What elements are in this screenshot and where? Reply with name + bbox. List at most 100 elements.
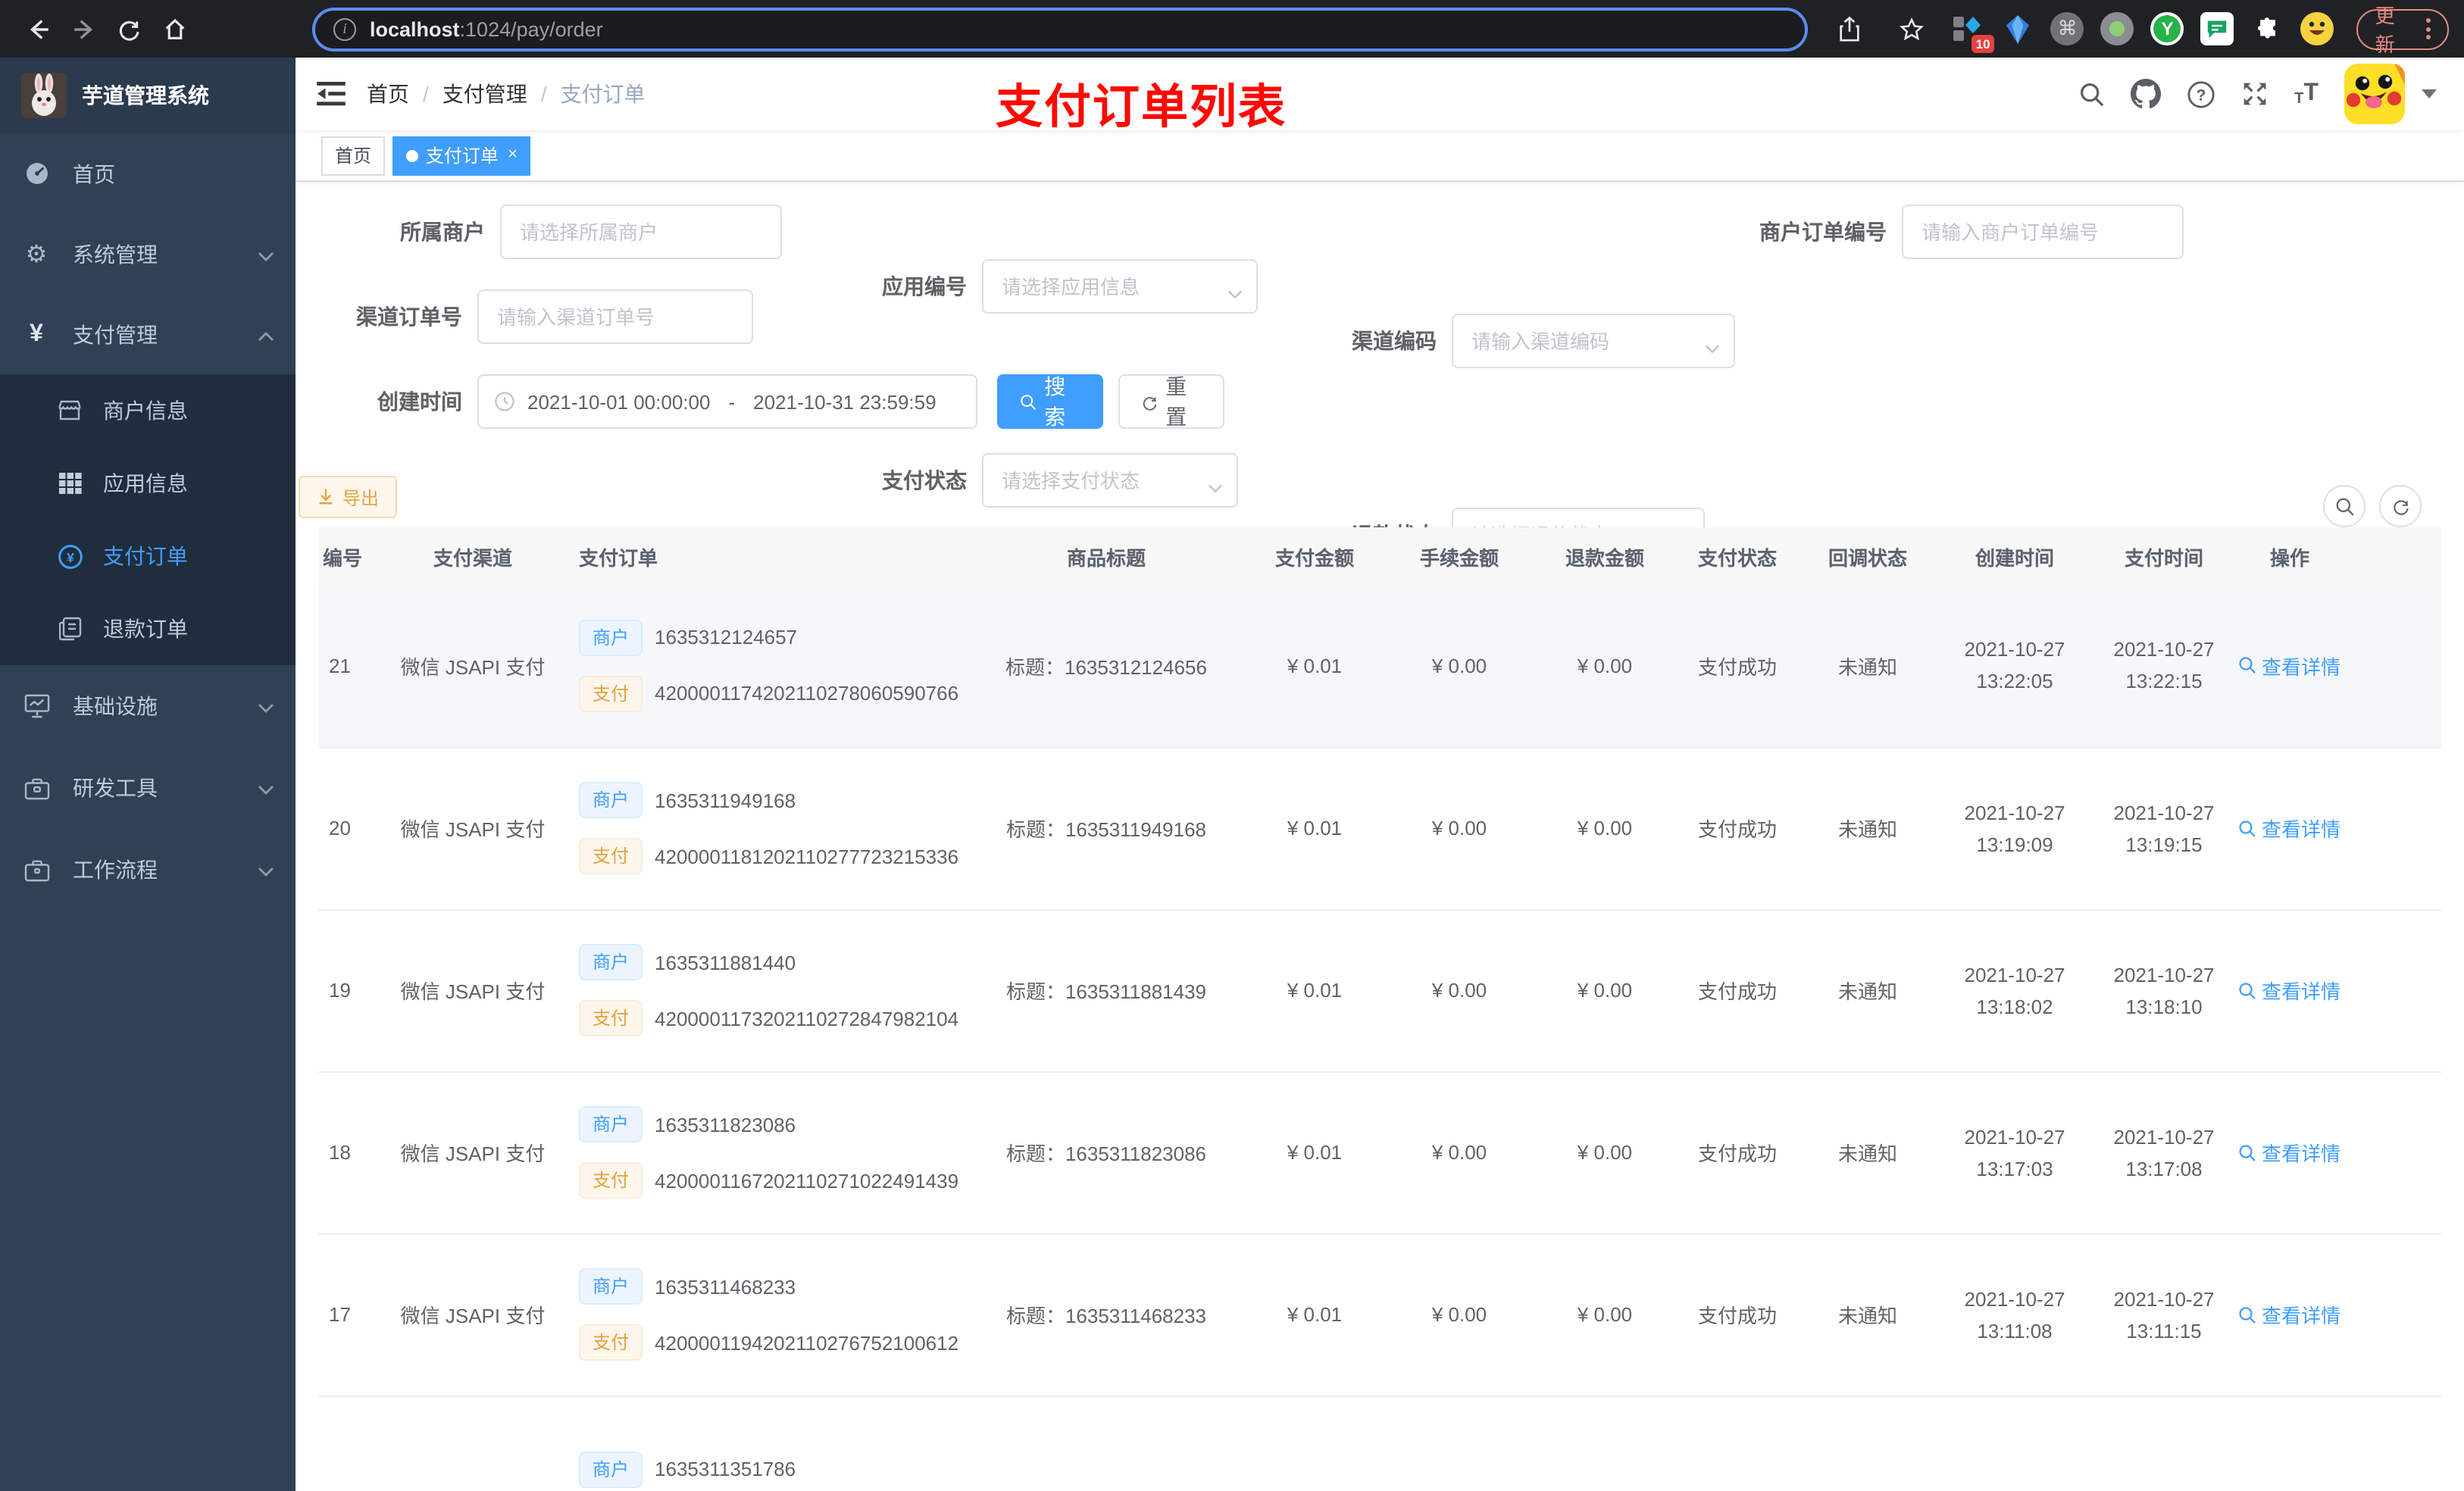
- chevron-down-icon: [258, 242, 274, 266]
- merchant-order-no: 1635311949168: [655, 789, 796, 811]
- date-end: 2021-10-31 23:59:59: [753, 390, 937, 413]
- merchant-order-no: 1635311881440: [655, 951, 796, 974]
- extension-y-icon[interactable]: Y: [2150, 12, 2184, 45]
- reset-button[interactable]: 重置: [1118, 374, 1224, 429]
- search-button[interactable]: 搜索: [997, 374, 1103, 429]
- svg-text:¥: ¥: [66, 549, 73, 564]
- sidebar-item-label: 支付管理: [73, 322, 158, 346]
- browser-reload-icon[interactable]: [106, 6, 152, 52]
- sidebar-item-label: 研发工具: [73, 776, 158, 800]
- date-range-picker[interactable]: 2021-10-01 00:00:00 - 2021-10-31 23:59:5…: [477, 374, 977, 429]
- extension-command-icon[interactable]: ⌘: [2050, 12, 2084, 45]
- view-detail-link[interactable]: 查看详情: [2239, 814, 2340, 842]
- sidebar-item-pay-order[interactable]: ¥ 支付订单: [0, 520, 295, 592]
- sidebar-item-dev-tools[interactable]: 研发工具: [0, 747, 295, 829]
- share-icon[interactable]: [1827, 6, 1872, 52]
- extension-tabs-icon[interactable]: 10: [1951, 12, 1995, 53]
- tab-close-icon[interactable]: ×: [508, 146, 518, 164]
- magnifier-icon: [2240, 1144, 2256, 1161]
- sidebar-item-workflow[interactable]: 工作流程: [0, 829, 295, 911]
- col-amount: 支付金额: [1243, 527, 1387, 585]
- pay-status: 支付成功: [1678, 909, 1797, 1072]
- avatar[interactable]: [2344, 64, 2405, 124]
- browser-toolbar-right: 10 ⌘ Y 更新: [1827, 5, 2449, 56]
- col-fee: 手续金额: [1387, 527, 1532, 585]
- sidebar-collapse-icon[interactable]: [295, 58, 367, 130]
- breadcrumb-separator: /: [423, 82, 429, 106]
- sidebar-item-infra[interactable]: 基础设施: [0, 665, 295, 747]
- help-icon[interactable]: ?: [2187, 80, 2215, 108]
- breadcrumb-home[interactable]: 首页: [367, 79, 409, 109]
- product-title: 标题：1635311468233: [970, 1233, 1243, 1396]
- chevron-down-icon: [258, 858, 274, 882]
- created-time: 2021-10-27 13:22:05: [1938, 585, 2091, 748]
- tab-home[interactable]: 首页: [321, 136, 386, 175]
- address-bar[interactable]: i localhost:1024/pay/order: [312, 7, 1809, 51]
- bookmark-star-icon[interactable]: [1889, 6, 1934, 52]
- browser-forward-icon[interactable]: [61, 6, 106, 52]
- refund-amount: ¥ 0.00: [1532, 585, 1678, 748]
- font-size-icon[interactable]: TT: [2294, 80, 2319, 108]
- refresh-table-button[interactable]: [2379, 485, 2422, 527]
- tab-label: 支付订单: [426, 145, 499, 167]
- created-time: 2021-10-27 13:11:08: [1938, 1233, 2091, 1396]
- table-row: 19 微信 JSAPI 支付 商户 1635311881440 支付 42000…: [318, 909, 2441, 1072]
- sidebar-item-label: 工作流程: [73, 858, 158, 882]
- extensions-puzzle-icon[interactable]: [2251, 12, 2284, 45]
- table-row: 17 微信 JSAPI 支付 商户 1635311468233 支付 42000…: [318, 1233, 2441, 1396]
- header-search-icon[interactable]: [2079, 81, 2105, 107]
- sidebar-item-system[interactable]: ⚙ 系统管理: [0, 214, 295, 294]
- yen-circle-icon: ¥: [55, 543, 85, 569]
- page-annotation: 支付订单列表: [996, 80, 1287, 133]
- merchant-order-no-input[interactable]: [1902, 205, 2184, 259]
- tab-pay-order[interactable]: 支付订单 ×: [392, 136, 531, 175]
- browser-back-icon[interactable]: [15, 6, 61, 52]
- view-detail-link[interactable]: 查看详情: [2239, 1138, 2340, 1167]
- filter-pay-status: 支付状态: [882, 453, 1238, 508]
- table-row: 20 微信 JSAPI 支付 商户 1635311949168 支付 42000…: [318, 747, 2441, 910]
- sidebar-item-pay[interactable]: ¥ 支付管理: [0, 294, 295, 374]
- url-path: :1024/pay/order: [459, 17, 603, 40]
- col-action: 操作: [2237, 527, 2343, 585]
- browser-home-icon[interactable]: [152, 6, 197, 52]
- browser-update-button[interactable]: 更新: [2356, 5, 2449, 56]
- breadcrumb-section[interactable]: 支付管理: [442, 79, 527, 109]
- extension-chat-icon[interactable]: [2200, 12, 2234, 45]
- sidebar-item-home[interactable]: 首页: [0, 133, 295, 214]
- toggle-search-button[interactable]: [2323, 485, 2366, 527]
- col-filler: [2343, 527, 2441, 585]
- refund-amount: ¥ 0.00: [1532, 1071, 1678, 1234]
- sidebar-item-merchant-info[interactable]: 商户信息: [0, 374, 295, 447]
- notify-status: 未通知: [1797, 1071, 1938, 1234]
- merchant-select[interactable]: [500, 205, 782, 259]
- channel-code-select[interactable]: [1452, 314, 1735, 368]
- profile-emoji-icon[interactable]: [2300, 12, 2334, 45]
- fullscreen-icon[interactable]: [2241, 80, 2269, 108]
- app-select[interactable]: [982, 259, 1258, 314]
- order-id: 17: [329, 1303, 351, 1326]
- paid-time: 2021-10-27 13:11:15: [2091, 1233, 2237, 1396]
- view-detail-label: 查看详情: [2261, 655, 2340, 679]
- browser-menu-dots-icon[interactable]: [2426, 18, 2431, 39]
- logo-rabbit-image: [21, 73, 67, 118]
- app-logo[interactable]: 芋道管理系统: [0, 58, 295, 133]
- extension-gem-icon[interactable]: [2001, 12, 2034, 45]
- channel-pay-no: 4200001181202110277723215336: [655, 845, 959, 867]
- magnifier-icon: [2240, 657, 2256, 674]
- site-info-icon[interactable]: i: [333, 17, 356, 40]
- sidebar-item-app-info[interactable]: 应用信息: [0, 447, 295, 520]
- col-title: 商品标题: [970, 527, 1243, 585]
- export-button[interactable]: 导出: [299, 476, 398, 518]
- fee-amount: ¥ 0.00: [1387, 585, 1532, 748]
- view-detail-link[interactable]: 查看详情: [2239, 976, 2340, 1005]
- channel-order-no-input[interactable]: [477, 289, 753, 344]
- view-detail-link[interactable]: 查看详情: [2239, 652, 2340, 680]
- refund-amount: ¥ 0.00: [1532, 1233, 1678, 1396]
- magnifier-icon: [2240, 1306, 2256, 1323]
- avatar-caret-icon[interactable]: [2422, 89, 2437, 98]
- pay-status-select[interactable]: [982, 453, 1238, 508]
- github-icon[interactable]: [2131, 79, 2162, 109]
- view-detail-link[interactable]: 查看详情: [2239, 1300, 2340, 1329]
- sidebar-item-refund-order[interactable]: 退款订单: [0, 592, 295, 665]
- extension-green-dot-icon[interactable]: [2100, 12, 2134, 45]
